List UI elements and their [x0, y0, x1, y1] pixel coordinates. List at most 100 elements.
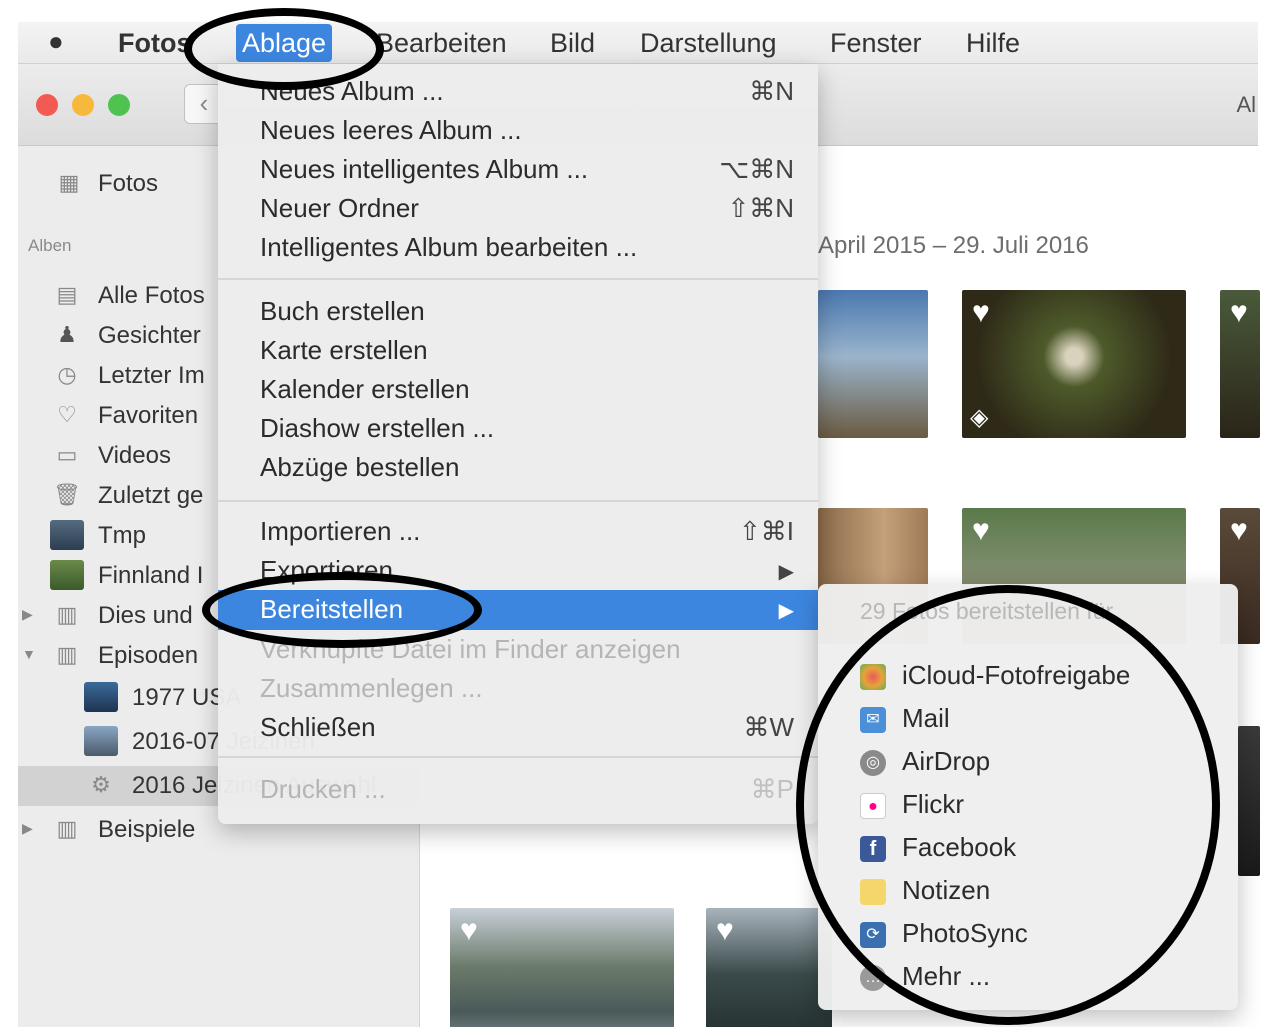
share-submenu: 29 Fotos bereitstellen für iCloud-Fotofr…: [818, 584, 1238, 1010]
heart-icon: ♡: [57, 402, 77, 427]
submenu-arrow-icon: ▶: [778, 561, 794, 583]
folder-icon: ▥: [56, 642, 78, 667]
album-thumb-icon: [84, 726, 118, 756]
facebook-icon: f: [860, 836, 886, 862]
photo-thumbnail[interactable]: ♥ ◈: [450, 908, 674, 1027]
notes-icon: [860, 879, 886, 905]
menu-item-intelligentes-album-bearbeiten[interactable]: Intelligentes Album bearbeiten ...: [218, 228, 818, 268]
menu-item-zusammenlegen: Zusammenlegen ...: [260, 673, 483, 703]
share-airdrop[interactable]: ◎ AirDrop: [818, 742, 1238, 784]
share-notizen[interactable]: Notizen: [818, 871, 1238, 913]
menu-item-drucken: Drucken ... ⌘P: [260, 774, 794, 804]
menu-item-bereitstellen[interactable]: Bereitstellen ▶: [218, 590, 818, 630]
share-flickr[interactable]: ● Flickr: [818, 785, 1238, 827]
sidebar-item-label: Tmp: [98, 522, 146, 549]
share-mehr[interactable]: … Mehr ...: [818, 957, 1238, 999]
menu-item-diashow-erstellen[interactable]: Diashow erstellen ...: [218, 409, 818, 449]
sidebar-item-label: Favoriten: [98, 402, 199, 429]
sidebar-item-label: Zuletzt ge: [98, 482, 204, 509]
person-icon: ♟: [57, 322, 77, 347]
menu-app-name[interactable]: Fotos: [118, 28, 192, 59]
trash-icon: 🗑: [53, 482, 81, 507]
grid-icon: ▤: [56, 282, 78, 307]
disclosure-triangle-right-icon[interactable]: ▶: [22, 820, 33, 837]
menu-hilfe[interactable]: Hilfe: [966, 28, 1020, 59]
favorite-heart-icon[interactable]: ♥: [716, 916, 734, 946]
photo-thumbnail[interactable]: [818, 290, 928, 438]
sidebar-item-label: Videos: [98, 442, 171, 469]
photos-grid-icon: ▦: [58, 170, 80, 195]
smart-album-icon: ⚙: [91, 772, 111, 797]
favorite-heart-icon[interactable]: ♥: [460, 916, 478, 946]
favorite-heart-icon[interactable]: ♥: [972, 516, 990, 546]
disclosure-triangle-down-icon[interactable]: ▼: [22, 646, 36, 662]
menu-darstellung[interactable]: Darstellung: [640, 28, 777, 59]
sidebar-item-label: Beispiele: [98, 816, 196, 843]
photo-thumbnail[interactable]: ♥: [1220, 290, 1260, 438]
keyword-tag-icon: ◈: [970, 404, 989, 431]
share-mail[interactable]: ✉ Mail: [818, 699, 1238, 741]
sidebar-item-label: Episoden: [98, 642, 199, 669]
keyword-tag-icon: ◈: [714, 1021, 732, 1027]
sidebar-item-label: Fotos: [98, 170, 159, 197]
menu-bar: ● Fotos Ablage Bearbeiten Bild Darstellu…: [18, 22, 1258, 64]
icloud-photos-icon: [860, 664, 886, 690]
menu-separator: [218, 500, 818, 502]
airdrop-icon: ◎: [860, 750, 886, 776]
sidebar-item-label: Gesichter: [98, 322, 201, 349]
menu-item-neuer-ordner[interactable]: Neuer Ordner ⇧⌘N: [218, 189, 818, 229]
clock-icon: ◷: [57, 362, 77, 387]
disclosure-triangle-right-icon[interactable]: ▶: [22, 606, 33, 623]
photo-thumbnail[interactable]: ♥ ◈: [962, 290, 1186, 438]
photosync-icon: ⟳: [860, 922, 886, 948]
date-range-label: April 2015 – 29. Juli 2016: [818, 232, 1089, 259]
menu-item-buch-erstellen[interactable]: Buch erstellen: [218, 292, 818, 332]
album-thumb-icon: [50, 520, 84, 550]
flickr-icon: ●: [860, 793, 886, 819]
folder-icon: ▥: [56, 602, 78, 627]
menu-bild[interactable]: Bild: [550, 28, 595, 59]
folder-icon: ▥: [56, 816, 78, 841]
toolbar-tab-all[interactable]: Al: [1236, 92, 1256, 118]
album-thumb-icon: [50, 560, 84, 590]
menu-item-kalender-erstellen[interactable]: Kalender erstellen: [218, 370, 818, 410]
submenu-arrow-icon: ▶: [778, 600, 794, 622]
zoom-window-button[interactable]: [108, 94, 130, 116]
mail-icon: ✉: [860, 707, 886, 733]
keyword-tag-icon: ◈: [458, 1021, 476, 1027]
sidebar-item-label: Letzter Im: [98, 362, 205, 389]
menu-item-neues-album[interactable]: Neues Album ... ⌘N: [218, 72, 818, 112]
share-facebook[interactable]: f Facebook: [818, 828, 1238, 870]
menu-item-exportieren[interactable]: Exportieren ▶: [218, 551, 818, 591]
apple-icon[interactable]: ●: [48, 26, 64, 57]
sidebar-item-label: Finnland I: [98, 562, 204, 589]
share-submenu-header: 29 Fotos bereitstellen für: [860, 598, 1114, 624]
ablage-menu: Neues Album ... ⌘N Neues leeres Album ...…: [218, 64, 818, 824]
menu-bearbeiten[interactable]: Bearbeiten: [376, 28, 507, 59]
more-icon: …: [860, 965, 886, 991]
menu-item-neues-intelligentes-album[interactable]: Neues intelligentes Album ... ⌥⌘N: [218, 150, 818, 190]
favorite-heart-icon[interactable]: ♥: [1230, 516, 1248, 546]
share-icloud-fotofreigabe[interactable]: iCloud-Fotofreigabe: [818, 656, 1238, 698]
album-thumb-icon: [84, 682, 118, 712]
menu-item-importieren[interactable]: Importieren ... ⇧⌘I: [218, 512, 818, 552]
menu-separator: [218, 756, 818, 758]
photo-thumbnail[interactable]: ♥ ◈: [706, 908, 832, 1027]
menu-item-schliessen[interactable]: Schließen ⌘W: [218, 708, 818, 748]
sidebar-item-label: Dies und: [98, 602, 193, 629]
photo-thumbnail[interactable]: [1238, 726, 1260, 876]
menu-item-verknuepfte-datei: Verknüpfte Datei im Finder anzeigen: [260, 634, 681, 664]
close-window-button[interactable]: [36, 94, 58, 116]
sidebar-item-label: Alle Fotos: [98, 282, 205, 309]
menu-item-karte-erstellen[interactable]: Karte erstellen: [218, 331, 818, 371]
favorite-heart-icon[interactable]: ♥: [1230, 298, 1248, 328]
chevron-left-icon: ‹: [199, 88, 209, 118]
menu-item-abzuege-bestellen[interactable]: Abzüge bestellen: [218, 448, 818, 488]
share-photosync[interactable]: ⟳ PhotoSync: [818, 914, 1238, 956]
minimize-window-button[interactable]: [72, 94, 94, 116]
menu-item-neues-leeres-album[interactable]: Neues leeres Album ...: [218, 111, 818, 151]
video-icon: ▭: [56, 442, 78, 467]
menu-fenster[interactable]: Fenster: [830, 28, 922, 59]
favorite-heart-icon[interactable]: ♥: [972, 298, 990, 328]
menu-ablage[interactable]: Ablage: [236, 24, 333, 62]
